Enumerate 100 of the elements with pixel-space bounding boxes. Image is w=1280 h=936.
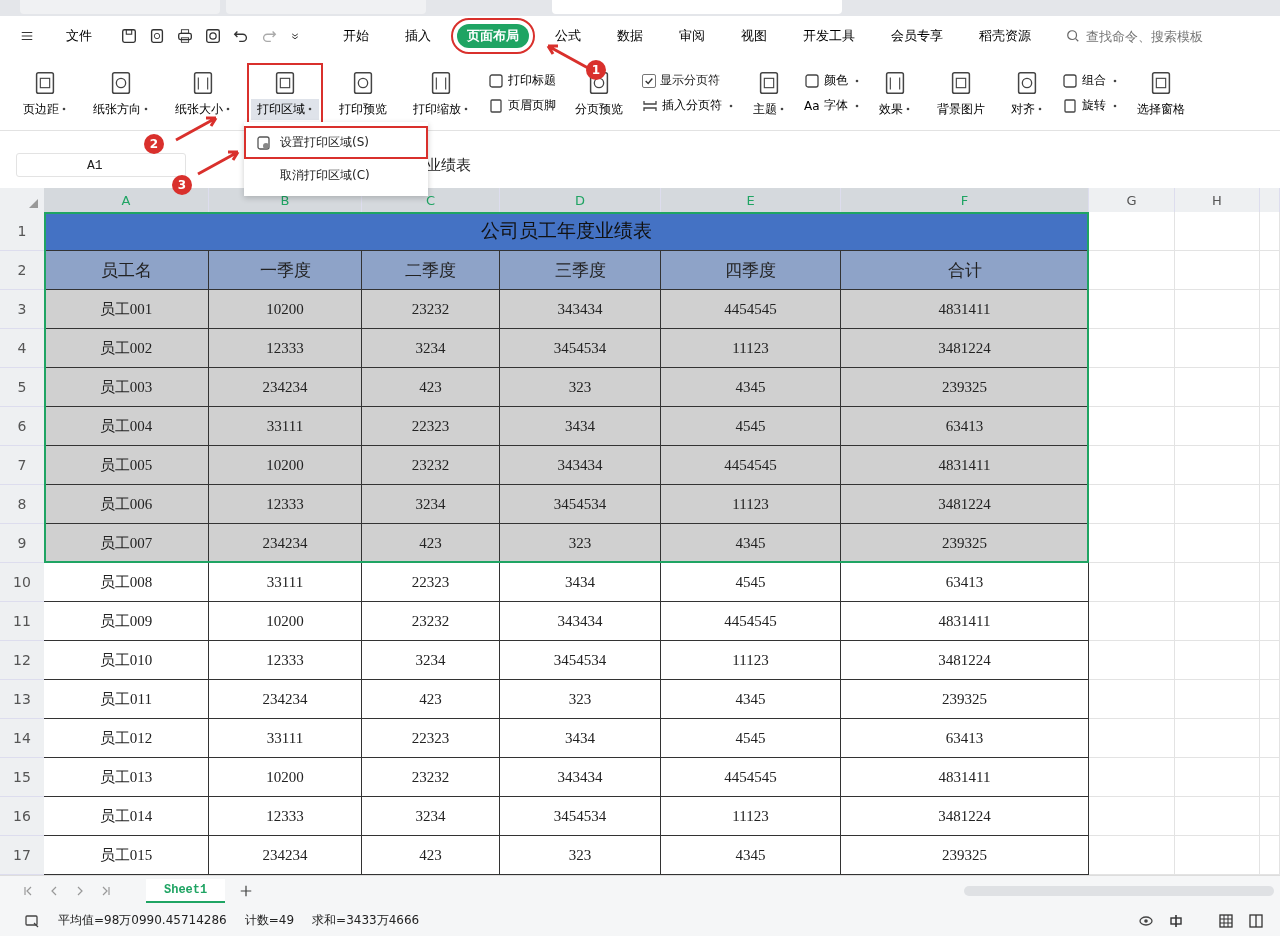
last-sheet-icon[interactable] [100,884,112,897]
table-cell: 员工006 [44,485,209,525]
ribbon-button[interactable]: 背景图片 [931,66,991,120]
caret-icon [463,106,469,113]
menu-tab[interactable]: 稻壳资源 [969,24,1041,49]
column-heading: 合计 [841,251,1089,291]
table-cell: 239325 [841,368,1089,408]
ribbon-button[interactable]: 打印标题 [486,72,558,90]
ribbon-button[interactable]: 插入分页符 [640,97,736,115]
table-cell: 10200 [209,446,362,486]
file-menu[interactable]: 文件 [60,26,98,47]
font-icon: Aa [804,98,820,113]
table-cell: 4831411 [841,290,1089,330]
table-cell: 343434 [500,446,661,486]
table-cell: 10200 [209,602,362,642]
menu-item[interactable]: 设置打印区域(S) [244,126,428,159]
table-cell: 4345 [661,524,841,564]
ribbon-button[interactable]: 纸张方向 [87,66,155,120]
table-cell: 239325 [841,680,1089,720]
preview-icon[interactable] [204,27,222,46]
ribbon-button[interactable]: 组合 [1060,72,1120,90]
menu-tab[interactable]: 插入 [395,24,441,49]
input-method-icon[interactable] [1168,912,1184,929]
checkbox[interactable] [642,73,656,88]
table-cell: 234234 [209,368,362,408]
table-cell: 343434 [500,602,661,642]
row-header[interactable]: 7 [0,446,44,486]
table-cell: 12333 [209,485,362,525]
normal-view-icon[interactable] [1218,912,1234,929]
row-header[interactable]: 5 [0,368,44,408]
menu-tab[interactable]: 公式 [545,24,591,49]
menu-tab[interactable]: 视图 [731,24,777,49]
table-cell: 3454534 [500,485,661,525]
menu-tab[interactable]: 开发工具 [793,24,865,49]
first-sheet-icon[interactable] [22,884,34,897]
table-cell: 4454545 [661,446,841,486]
table-cell: 3434 [500,407,661,447]
table-cell: 3481224 [841,641,1089,681]
menu-tab[interactable]: 开始 [333,24,379,49]
table-cell: 23232 [362,446,500,486]
table-cell: 12333 [209,641,362,681]
row-header[interactable]: 4 [0,329,44,369]
export-icon[interactable] [148,27,166,46]
menu-tab[interactable]: 会员专享 [881,24,953,49]
ribbon-button[interactable]: Aa 字体 [802,97,862,115]
table-cell: 3234 [362,329,500,369]
row-header[interactable]: 3 [0,290,44,330]
ribbon-button[interactable]: 颜色 [802,72,862,90]
table-cell: 员工002 [44,329,209,369]
table-cell: 22323 [362,719,500,759]
ribbon-button[interactable]: 页眉页脚 [486,97,558,115]
row-header[interactable]: 11 [0,602,44,642]
empty-cell [1260,758,1280,798]
column-heading: 三季度 [500,251,661,291]
macro-icon[interactable] [24,912,40,929]
menu-tab[interactable]: 数据 [607,24,653,49]
caret-icon [728,102,734,109]
table-cell: 员工011 [44,680,209,720]
save-icon[interactable] [120,27,138,46]
ribbon-button[interactable]: 效果 [873,66,917,120]
row-header[interactable]: 14 [0,719,44,759]
table-cell: 4454545 [661,758,841,798]
row-header[interactable]: 13 [0,680,44,720]
row-header[interactable]: 10 [0,563,44,603]
column-header[interactable]: G [1089,188,1175,213]
table-cell: 23232 [362,758,500,798]
row-header[interactable]: 15 [0,758,44,798]
row-header[interactable]: 6 [0,407,44,447]
checkbox-label[interactable]: 显示分页符 [660,72,720,90]
row-header[interactable]: 2 [0,251,44,291]
row-header[interactable]: 17 [0,836,44,876]
table-cell: 员工001 [44,290,209,330]
table-cell: 33111 [209,407,362,447]
ribbon-button[interactable]: 打印预览 [333,66,393,120]
ribbon-button[interactable]: 主题 [747,66,791,120]
table-cell: 33111 [209,563,362,603]
row-header[interactable]: 9 [0,524,44,564]
search-field[interactable]: 查找命令、搜索模板 [1066,27,1238,45]
table-cell: 4831411 [841,758,1089,798]
table-cell: 22323 [362,407,500,447]
empty-cell [1260,446,1280,486]
add-sheet-icon[interactable] [239,883,254,898]
ribbon-button[interactable]: 选择窗格 [1131,66,1191,120]
table-cell: 4545 [661,719,841,759]
ribbon-button[interactable]: 打印缩放 [407,66,475,120]
row-header[interactable]: 16 [0,797,44,837]
print-icon[interactable] [176,27,194,46]
row-header[interactable]: 1 [0,212,44,252]
ribbon-button[interactable]: 页边距 [17,66,73,120]
page-view-icon[interactable] [1248,912,1264,929]
column-header[interactable]: H [1175,188,1260,213]
menu-tab[interactable]: 审阅 [669,24,715,49]
table-cell: 423 [362,680,500,720]
row-header[interactable]: 8 [0,485,44,525]
row-header[interactable]: 12 [0,641,44,681]
ribbon-button[interactable]: 纸张大小 [169,66,237,120]
name-box[interactable]: A1 [16,153,186,178]
ribbon-button[interactable]: 对齐 [1005,66,1049,120]
ribbon-button[interactable]: 旋转 [1060,97,1120,115]
table-cell: 63413 [841,407,1089,447]
